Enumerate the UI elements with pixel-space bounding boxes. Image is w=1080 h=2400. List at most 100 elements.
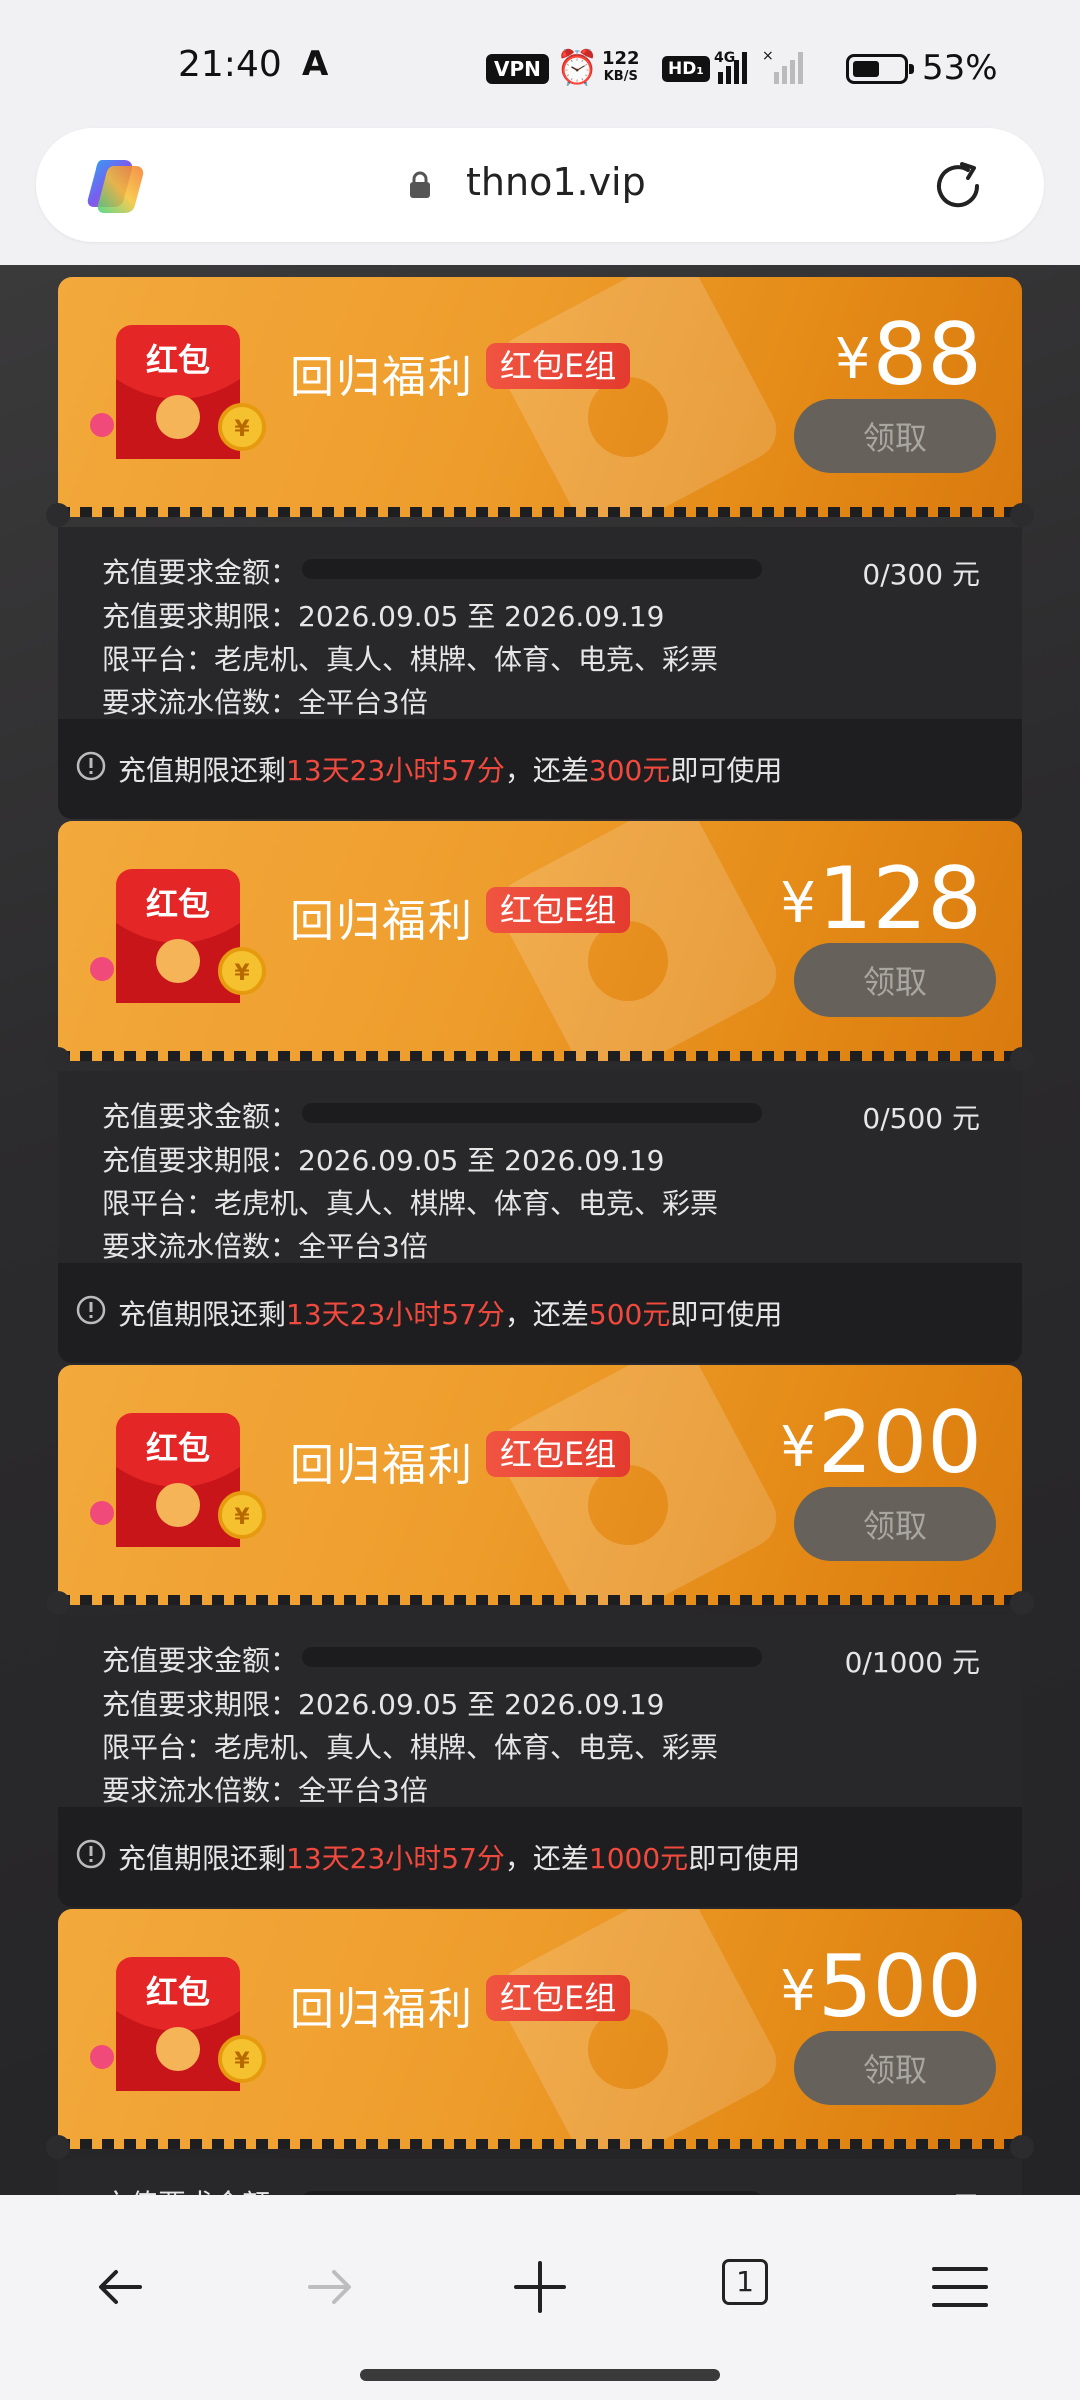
forward-button[interactable]: [290, 2247, 370, 2327]
bonus-card-details: 充值要求金额： 0/1000 元 充值要求期限：2026.09.05 至 202…: [58, 1615, 1022, 1907]
turnover-label: 要求流水倍数：: [102, 686, 299, 719]
svg-text:×: ×: [762, 48, 774, 64]
claim-button[interactable]: 领取: [794, 399, 996, 473]
card-badge: 红包E组: [486, 343, 631, 389]
back-button[interactable]: [80, 2247, 160, 2327]
notice-prefix: 充值期限还剩: [118, 1842, 287, 1875]
card-amount: ¥500: [780, 1937, 982, 2037]
url-text[interactable]: thno1.vip: [466, 160, 646, 204]
home-indicator[interactable]: [360, 2369, 720, 2381]
svg-text:红包: 红包: [146, 1429, 210, 1467]
notice-bar: 充值期限还剩13天23小时57分，还差300元即可使用: [58, 719, 1022, 819]
recharge-amount-label: 充值要求金额：: [102, 1644, 299, 1677]
turnover-row: 要求流水倍数：全平台3倍: [102, 681, 428, 721]
period-value: 2026.09.05 至 2026.09.19: [298, 1688, 665, 1721]
claim-button[interactable]: 领取: [794, 2031, 996, 2105]
notice-amount: 1000元: [588, 1842, 689, 1875]
reload-icon[interactable]: [928, 156, 988, 216]
platform-label: 限平台：: [102, 643, 215, 676]
card-badge: 红包E组: [486, 1431, 631, 1477]
alarm-icon: ⏰: [556, 48, 599, 88]
platform-row: 限平台：老虎机、真人、棋牌、体育、电竞、彩票: [102, 1726, 718, 1766]
new-tab-button[interactable]: [500, 2247, 580, 2327]
browser-logo-icon[interactable]: [84, 152, 152, 220]
info-icon: [76, 1839, 106, 1869]
recharge-progress-text: 0/1000 元: [844, 1646, 980, 1679]
bonus-card-details: 充值要求金额： 0/500 元 充值要求期限：2026.09.05 至 2026…: [58, 1071, 1022, 1363]
notice-prefix: 充值期限还剩: [118, 1298, 287, 1331]
notice-mid: ，还差: [504, 1298, 589, 1331]
notice-bar: 充值期限还剩13天23小时57分，还差500元即可使用: [58, 1263, 1022, 1363]
card-title: 回归福利: [290, 352, 474, 403]
notice-mid: ，还差: [504, 1842, 589, 1875]
recharge-progress-text: 0/500 元: [862, 1102, 980, 1135]
bonus-card: 红包 ¥ 回归福利 红包E组 ¥500 领取 充值要求金额： 0/3000 元: [46, 1909, 1034, 2195]
notice-prefix: 充值期限还剩: [118, 754, 287, 787]
ticket-notch-left: [46, 2135, 70, 2159]
card-title: 回归福利: [290, 896, 474, 947]
notice-amount: 500元: [588, 1298, 671, 1331]
perforation-divider: [58, 1595, 1022, 1605]
address-bar[interactable]: thno1.vip: [36, 128, 1044, 242]
hd-badge: HD₁: [662, 56, 710, 82]
platform-value: 老虎机、真人、棋牌、体育、电竞、彩票: [214, 1187, 719, 1220]
ticket-notch-right: [1010, 2135, 1034, 2159]
svg-text:红包: 红包: [146, 885, 210, 923]
card-title: 回归福利: [290, 1984, 474, 2035]
bonus-card: 红包 ¥ 回归福利 红包E组 ¥200 领取 充值要求金额： 0/1000 元 …: [46, 1365, 1034, 1907]
card-badge: 红包E组: [486, 1975, 631, 2021]
recharge-amount-label: 充值要求金额：: [102, 556, 299, 589]
notice-time: 13天23小时57分: [286, 754, 505, 787]
envelope-watermark-icon: [499, 1909, 777, 2149]
bonus-card: 红包 ¥ 回归福利 红包E组 ¥88 领取 充值要求金额： 0/300 元 充值…: [46, 277, 1034, 819]
notice-text: 充值期限还剩13天23小时57分，还差1000元即可使用: [118, 1837, 800, 1877]
claim-button[interactable]: 领取: [794, 1487, 996, 1561]
notice-text: 充值期限还剩13天23小时57分，还差500元即可使用: [118, 1293, 782, 1333]
period-row: 充值要求期限：2026.09.05 至 2026.09.19: [102, 1683, 664, 1723]
battery-percent: 53%: [922, 48, 998, 88]
period-row: 充值要求期限：2026.09.05 至 2026.09.19: [102, 595, 664, 635]
page-content[interactable]: 红包 ¥ 回归福利 红包E组 ¥88 领取 充值要求金额： 0/300 元 充值…: [0, 265, 1080, 2195]
lock-icon: [410, 171, 430, 198]
currency-symbol: ¥: [780, 1415, 816, 1480]
amount-value: 500: [817, 1937, 982, 2037]
plus-icon: [514, 2261, 566, 2313]
bonus-card-header: 红包 ¥ 回归福利 红包E组 ¥500 领取: [58, 1909, 1022, 2149]
turnover-label: 要求流水倍数：: [102, 1230, 299, 1263]
red-envelope-icon: 红包 ¥: [90, 1413, 266, 1547]
menu-button[interactable]: [920, 2247, 1000, 2327]
ticket-notch-left: [46, 1591, 70, 1615]
recharge-progress-bar: [302, 1103, 762, 1123]
platform-value: 老虎机、真人、棋牌、体育、电竞、彩票: [214, 1731, 719, 1764]
platform-label: 限平台：: [102, 1187, 215, 1220]
bonus-card-header: 红包 ¥ 回归福利 红包E组 ¥128 领取: [58, 821, 1022, 1061]
claim-button[interactable]: 领取: [794, 943, 996, 1017]
amount-value: 88: [872, 305, 982, 405]
recharge-amount-label: 充值要求金额：: [102, 2183, 298, 2195]
svg-text:¥: ¥: [234, 1505, 250, 1530]
amount-value: 200: [817, 1393, 982, 1493]
notice-mid: ，还差: [504, 754, 589, 787]
info-icon: [76, 751, 106, 781]
envelope-watermark-icon: [499, 1365, 777, 1605]
ticket-notch-right: [1010, 1047, 1034, 1071]
turnover-value: 全平台3倍: [298, 1774, 428, 1807]
red-envelope-icon: 红包 ¥: [90, 325, 266, 459]
notice-suffix: 即可使用: [688, 1842, 801, 1875]
bonus-card-header: 红包 ¥ 回归福利 红包E组 ¥88 领取: [58, 277, 1022, 517]
ticket-notch-left: [46, 1047, 70, 1071]
amount-value: 128: [817, 849, 982, 949]
platform-value: 老虎机、真人、棋牌、体育、电竞、彩票: [214, 643, 719, 676]
recharge-amount-label: 充值要求金额：: [102, 1100, 299, 1133]
ticket-notch-right: [1010, 1591, 1034, 1615]
browser-bottom-nav: 1: [0, 2195, 1080, 2400]
tabs-button[interactable]: 1: [710, 2247, 790, 2327]
notice-suffix: 即可使用: [670, 754, 783, 787]
currency-symbol: ¥: [834, 327, 871, 392]
turnover-row: 要求流水倍数：全平台3倍: [102, 1225, 428, 1265]
ticket-notch-right: [1010, 503, 1034, 527]
hamburger-menu-icon: [932, 2267, 988, 2307]
notice-text: 充值期限还剩13天23小时57分，还差300元即可使用: [118, 749, 782, 789]
net-speed: 122 KB/S: [602, 50, 640, 86]
status-bar: 21:40 A VPN ⏰ 122 KB/S HD₁ 4G × 53%: [0, 0, 1080, 130]
